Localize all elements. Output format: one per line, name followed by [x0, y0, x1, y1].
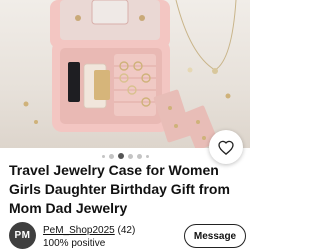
seller-info: PeM_Shop2025 (42) [43, 225, 135, 236]
message-button[interactable]: Message [184, 224, 246, 248]
seller-row: PM PeM_Shop2025 (42) 100% positive Messa… [0, 222, 250, 250]
listing-title: Travel Jewelry Case for Women Girls Daug… [9, 162, 230, 216]
carousel-dot[interactable] [127, 153, 133, 159]
carousel-dot-active[interactable] [117, 153, 124, 159]
carousel-dot[interactable] [136, 153, 142, 159]
seller-username[interactable]: PeM_Shop2025 [43, 225, 115, 236]
listing-image[interactable] [0, 0, 250, 148]
seller-avatar[interactable]: PM [9, 222, 36, 249]
seller-feedback-count: (42) [117, 225, 136, 236]
seller-positive-rating: 100% positive [43, 238, 106, 249]
carousel-indicator [0, 151, 250, 161]
jewelry-case-photo [23, 0, 237, 148]
carousel-dot[interactable] [101, 154, 105, 158]
carousel-dot[interactable] [145, 154, 149, 158]
carousel-dot[interactable] [108, 153, 114, 159]
